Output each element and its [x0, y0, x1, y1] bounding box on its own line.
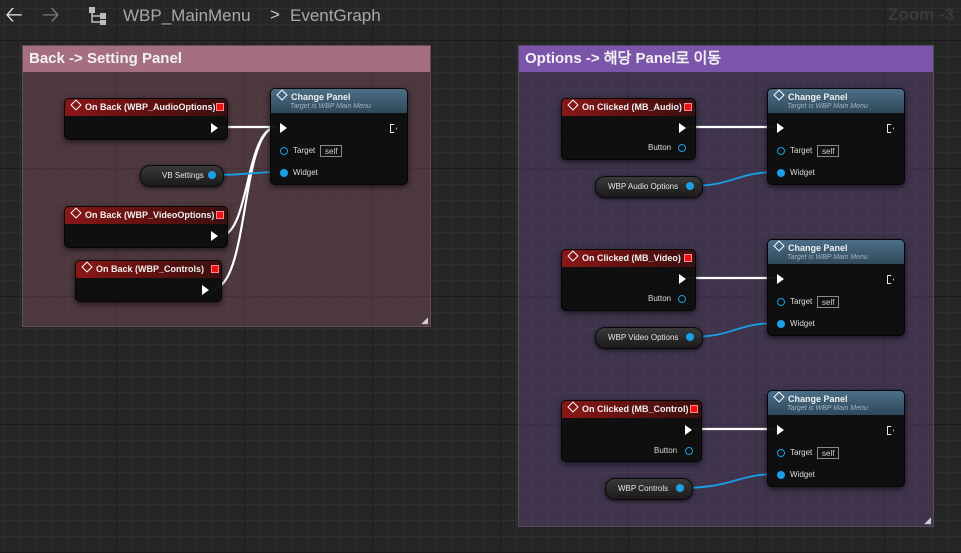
target-self-field[interactable]: self	[817, 447, 840, 459]
object-out-pin-icon[interactable]	[208, 171, 216, 179]
delegate-pin-icon[interactable]	[216, 211, 224, 219]
target-label: Target	[293, 146, 316, 155]
node-title: On Clicked (MB_Control)	[582, 404, 689, 414]
exec-out-pin-icon[interactable]	[685, 425, 692, 435]
variable-label: WBP Audio Options	[608, 182, 679, 191]
node-title: On Clicked (MB_Video)	[582, 253, 681, 263]
exec-out-pin-icon[interactable]	[211, 123, 218, 133]
variable-label: WBP Controls	[618, 484, 669, 493]
function-node-change-panel-control[interactable]: Change Panel Target is WBP Main Menu Tar…	[767, 390, 905, 487]
node-subtitle: Target is WBP Main Menu	[787, 254, 868, 261]
widget-pin-icon[interactable]	[777, 320, 785, 328]
function-icon	[276, 89, 288, 101]
exec-out-pin-icon[interactable]	[390, 124, 397, 133]
button-pin-icon[interactable]	[678, 295, 686, 303]
event-node-on-back-audio[interactable]: On Back (WBP_AudioOptions)	[64, 98, 228, 140]
object-out-pin-icon[interactable]	[686, 182, 694, 190]
exec-out-pin-icon[interactable]	[887, 426, 894, 435]
variable-node-wbp-video-options[interactable]: WBP Video Options	[595, 327, 703, 349]
event-diamond-icon	[70, 207, 82, 219]
function-node-change-panel-audio[interactable]: Change Panel Target is WBP Main Menu Tar…	[767, 88, 905, 185]
exec-in-pin-icon[interactable]	[777, 274, 784, 284]
widget-pin-icon[interactable]	[777, 471, 785, 479]
widget-label: Widget	[790, 168, 815, 177]
node-title: On Clicked (MB_Audio)	[582, 102, 683, 112]
object-wire	[679, 473, 779, 489]
function-icon	[773, 391, 785, 403]
exec-out-pin-icon[interactable]	[679, 123, 686, 133]
variable-label: WBP Video Options	[608, 333, 679, 342]
event-diamond-icon	[81, 261, 93, 273]
node-title: On Back (WBP_VideoOptions)	[85, 210, 215, 220]
exec-out-pin-icon[interactable]	[679, 274, 686, 284]
node-title: On Back (WBP_Controls)	[96, 264, 205, 274]
target-pin-icon[interactable]	[777, 449, 785, 457]
exec-out-pin-icon[interactable]	[202, 285, 209, 295]
function-node-change-panel-back[interactable]: Change Panel Target is WBP Main Menu Tar…	[270, 88, 408, 185]
node-title: Change Panel	[291, 92, 351, 102]
widget-label: Widget	[790, 319, 815, 328]
variable-node-wbp-audio-options[interactable]: WBP Audio Options	[595, 176, 703, 198]
node-title: Change Panel	[788, 92, 848, 102]
delegate-pin-icon[interactable]	[684, 103, 692, 111]
delegate-pin-icon[interactable]	[211, 265, 219, 273]
event-diamond-icon	[70, 99, 82, 111]
target-self-field[interactable]: self	[320, 145, 343, 157]
target-label: Target	[790, 448, 813, 457]
exec-wire	[219, 125, 278, 238]
event-node-on-back-video[interactable]: On Back (WBP_VideoOptions)	[64, 206, 228, 248]
event-diamond-icon	[567, 250, 579, 262]
object-out-pin-icon[interactable]	[686, 333, 694, 341]
event-node-on-clicked-control[interactable]: On Clicked (MB_Control) Button	[561, 400, 702, 462]
event-node-on-clicked-video[interactable]: On Clicked (MB_Video) Button	[561, 249, 696, 311]
target-self-field[interactable]: self	[817, 145, 840, 157]
exec-in-pin-icon[interactable]	[777, 425, 784, 435]
widget-label: Widget	[293, 168, 318, 177]
node-title: Change Panel	[788, 243, 848, 253]
variable-node-wbp-controls[interactable]: WBP Controls	[605, 478, 693, 500]
target-label: Target	[790, 146, 813, 155]
target-pin-icon[interactable]	[777, 147, 785, 155]
button-pin-icon[interactable]	[685, 447, 693, 455]
node-subtitle: Target is WBP Main Menu	[787, 103, 868, 110]
target-pin-icon[interactable]	[280, 147, 288, 155]
button-label: Button	[648, 294, 672, 303]
widget-pin-icon[interactable]	[280, 169, 288, 177]
event-diamond-icon	[567, 401, 579, 413]
event-node-on-clicked-audio[interactable]: On Clicked (MB_Audio) Button	[561, 98, 696, 160]
exec-out-pin-icon[interactable]	[211, 231, 218, 241]
target-label: Target	[790, 297, 813, 306]
object-out-pin-icon[interactable]	[676, 484, 684, 492]
function-node-change-panel-video[interactable]: Change Panel Target is WBP Main Menu Tar…	[767, 239, 905, 336]
exec-out-pin-icon[interactable]	[887, 275, 894, 284]
event-diamond-icon	[567, 99, 579, 111]
exec-in-pin-icon[interactable]	[280, 123, 287, 133]
function-icon	[773, 89, 785, 101]
button-label: Button	[648, 143, 672, 152]
delegate-pin-icon[interactable]	[684, 254, 692, 262]
target-pin-icon[interactable]	[777, 298, 785, 306]
node-subtitle: Target is WBP Main Menu	[787, 405, 868, 412]
button-label: Button	[654, 446, 678, 455]
widget-label: Widget	[790, 470, 815, 479]
exec-out-pin-icon[interactable]	[887, 124, 894, 133]
variable-label: VB Settings	[162, 171, 204, 180]
widget-pin-icon[interactable]	[777, 169, 785, 177]
node-title: On Back (WBP_AudioOptions)	[85, 102, 216, 112]
variable-node-vb-settings[interactable]: VB Settings	[140, 165, 224, 187]
exec-in-pin-icon[interactable]	[777, 123, 784, 133]
node-subtitle: Target is WBP Main Menu	[290, 103, 371, 110]
node-title: Change Panel	[788, 394, 848, 404]
function-icon	[773, 240, 785, 252]
event-node-on-back-controls[interactable]: On Back (WBP_Controls)	[75, 260, 222, 302]
delegate-pin-icon[interactable]	[690, 405, 698, 413]
target-self-field[interactable]: self	[817, 296, 840, 308]
button-pin-icon[interactable]	[678, 144, 686, 152]
delegate-pin-icon[interactable]	[216, 103, 224, 111]
